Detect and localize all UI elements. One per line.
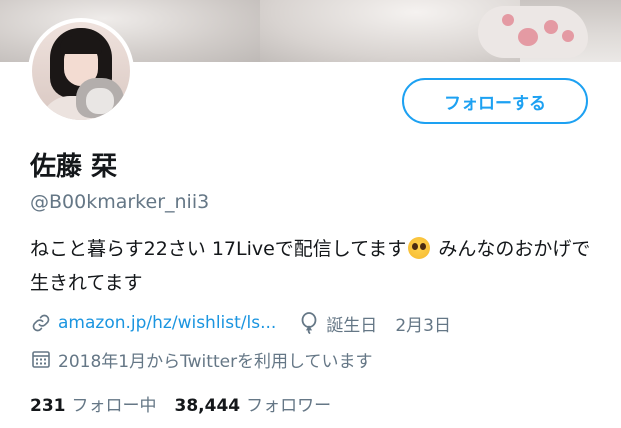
follow-button[interactable]: フォローする (402, 78, 588, 124)
profile-stats: 231 フォロー中 38,444 フォロワー (30, 391, 332, 416)
link-icon (30, 312, 52, 334)
profile-name: 佐藤 栞 (30, 152, 118, 182)
pleading-face-emoji-icon (408, 237, 431, 259)
following-count: 231 (30, 395, 66, 416)
paw-toe (502, 14, 514, 26)
bio-text-part1: ねこと暮らす22さい 17Liveで配信してます (30, 238, 407, 260)
profile-link[interactable]: amazon.jp/hz/wishlist/ls... (30, 312, 276, 334)
paw-toe (562, 30, 574, 42)
profile-link-text[interactable]: amazon.jp/hz/wishlist/ls... (58, 313, 276, 333)
balloon-icon (298, 312, 320, 334)
following-stat[interactable]: 231 フォロー中 (30, 391, 157, 416)
avatar-photo (32, 22, 130, 120)
profile-meta-row: amazon.jp/hz/wishlist/ls... 誕生日 2月3日 (30, 311, 451, 336)
joined-date-text: 2018年1月からTwitterを利用しています (58, 351, 373, 372)
profile-birthday: 誕生日 2月3日 (298, 311, 451, 336)
followers-stat[interactable]: 38,444 フォロワー (175, 391, 332, 416)
calendar-icon (30, 348, 52, 370)
profile-joined-row: 2018年1月からTwitterを利用しています (30, 347, 373, 372)
followers-label: フォロワー (246, 395, 332, 416)
birthday-label: 誕生日 (326, 315, 378, 336)
follow-button-label: フォローする (444, 93, 546, 114)
avatar-cat-face (86, 88, 114, 114)
followers-count: 38,444 (174, 395, 241, 416)
following-label: フォロー中 (71, 395, 157, 416)
paw-pad (518, 28, 538, 46)
avatar[interactable] (28, 18, 134, 124)
birthday-date: 2月3日 (395, 315, 451, 336)
profile-bio: ねこと暮らす22さい 17Liveで配信してます みんなのおかげで生きれてます (30, 232, 605, 300)
paw-toe (544, 20, 558, 34)
profile-handle: @B00kmarker_nii3 (30, 191, 210, 213)
avatar-bangs (60, 36, 102, 54)
cat-paw-image (478, 6, 588, 58)
